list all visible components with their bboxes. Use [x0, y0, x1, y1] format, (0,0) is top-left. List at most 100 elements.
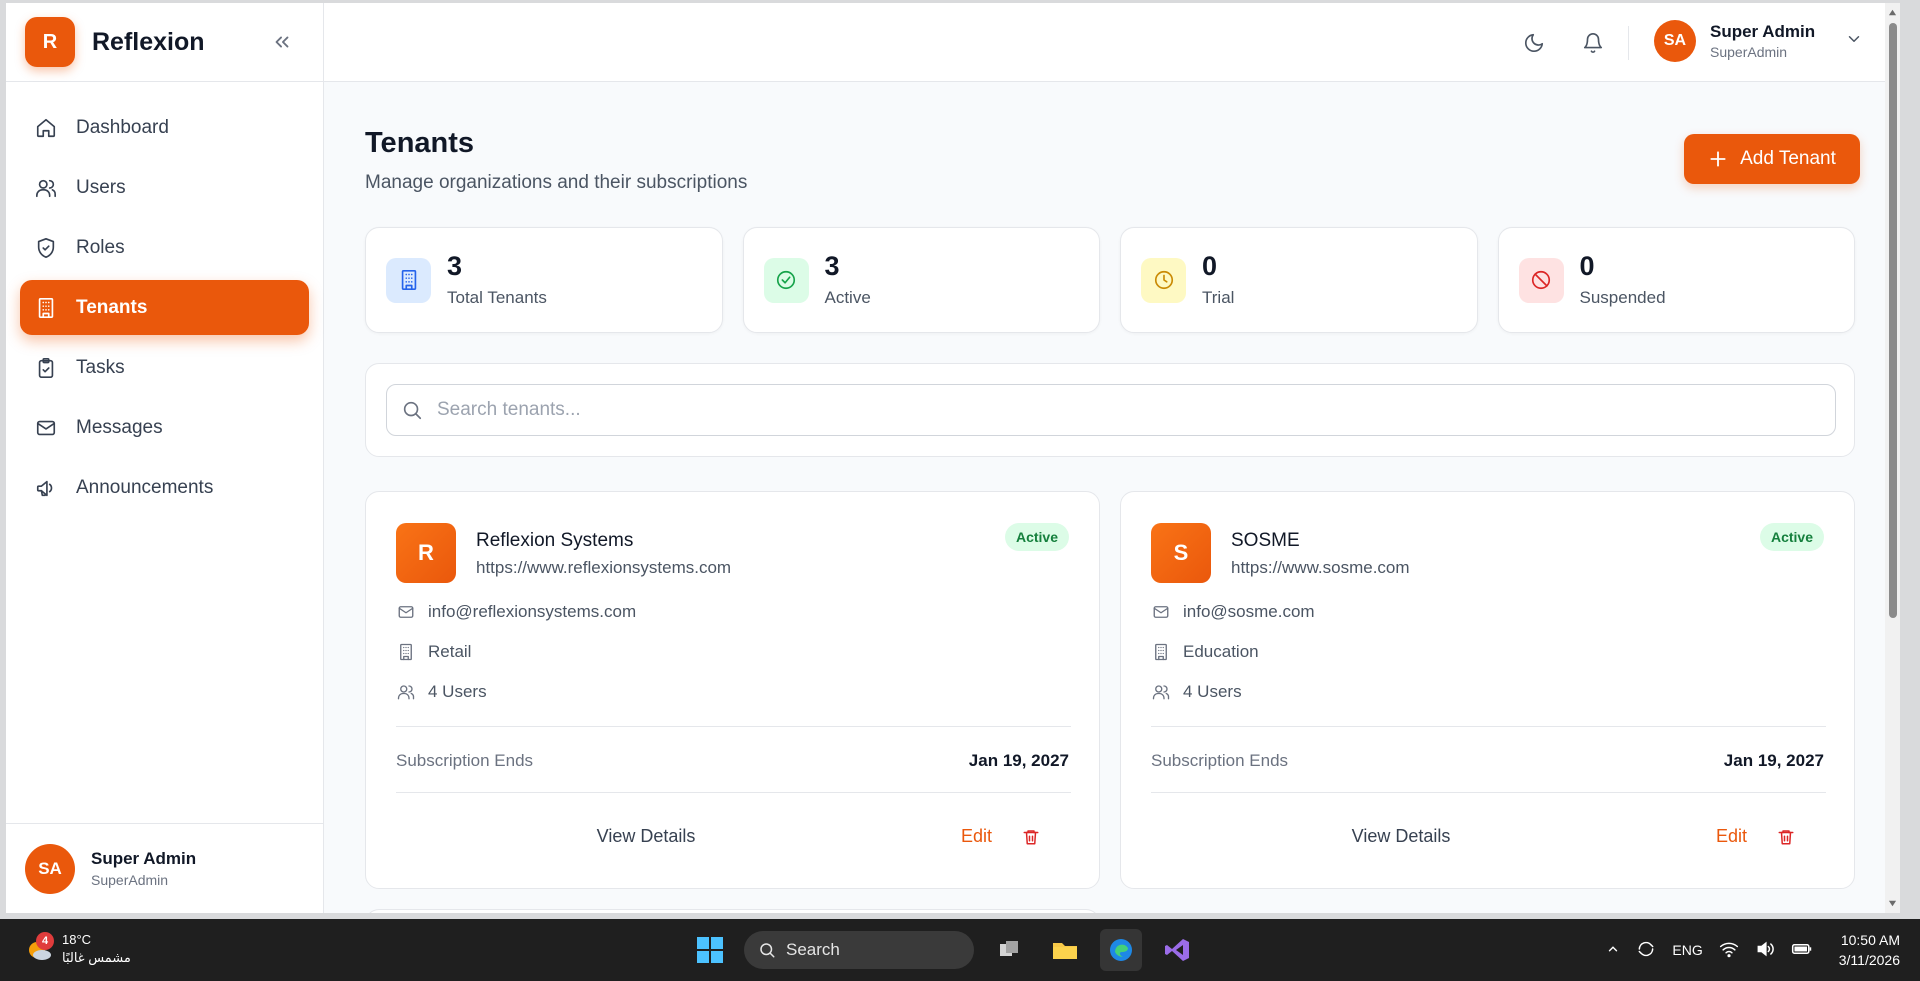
- start-button[interactable]: [690, 930, 730, 970]
- sidebar-item-label: Announcements: [76, 476, 214, 498]
- plus-icon: [1710, 151, 1726, 167]
- show-hidden-icons-button[interactable]: [1606, 942, 1620, 959]
- theme-toggle-button[interactable]: [1520, 29, 1548, 57]
- stats-row: 3 Total Tenants 3 Active 0 Trial 0 Suspe…: [365, 227, 1855, 333]
- user-menu-button[interactable]: SA Super Admin SuperAdmin: [1654, 20, 1863, 62]
- edge-browser-button[interactable]: [1100, 929, 1142, 971]
- wifi-icon[interactable]: [1719, 939, 1739, 962]
- clock-time: 10:50 AM: [1840, 932, 1900, 948]
- users-icon: [34, 176, 58, 200]
- megaphone-icon: [34, 476, 58, 500]
- check-circle-icon: [763, 257, 809, 303]
- file-explorer-button[interactable]: [1044, 929, 1086, 971]
- stat-label: Active: [824, 287, 871, 307]
- add-tenant-label: Add Tenant: [1740, 148, 1836, 169]
- stat-card-trial: 0 Trial: [1120, 227, 1478, 333]
- mail-icon: [34, 416, 58, 440]
- notifications-button[interactable]: [1579, 29, 1607, 57]
- search-input[interactable]: [437, 399, 1817, 421]
- brand-name: Reflexion: [92, 27, 205, 56]
- scroll-down-arrow-icon[interactable]: [1888, 899, 1897, 908]
- taskbar-search[interactable]: Search: [744, 931, 974, 969]
- subscription-end: Jan 19, 2027: [1723, 751, 1824, 770]
- system-tray: ENG 10:50 AM 3/11/2026: [1606, 919, 1900, 981]
- sidebar-item-dashboard[interactable]: Dashboard: [20, 100, 309, 155]
- collapse-sidebar-button[interactable]: [269, 29, 295, 55]
- sync-button[interactable]: [1636, 939, 1656, 962]
- view-details-button[interactable]: View Details: [396, 826, 896, 847]
- taskbar: 4 18°C مشمس غالبًا Search ENG 10:50 AM 3…: [0, 919, 1920, 981]
- avatar: SA: [1654, 20, 1696, 62]
- stat-label: Total Tenants: [447, 287, 547, 307]
- app-window: R Reflexion Dashboard Users Roles Tenant…: [6, 3, 1900, 913]
- topbar-divider: [1628, 26, 1629, 60]
- battery-icon[interactable]: [1791, 939, 1813, 962]
- user-name: Super Admin: [1710, 22, 1816, 41]
- chevron-down-icon: [1845, 30, 1863, 53]
- taskbar-center: Search: [690, 929, 1198, 971]
- tenant-email-row: info@reflexionsystems.com: [396, 602, 636, 622]
- edit-button[interactable]: Edit: [1716, 826, 1747, 847]
- user-role: SuperAdmin: [91, 872, 169, 888]
- view-details-button[interactable]: View Details: [1151, 826, 1651, 847]
- edge-browser-icon: [1110, 939, 1132, 961]
- building-icon: [1151, 642, 1171, 662]
- subscription-end: Jan 19, 2027: [968, 751, 1069, 770]
- add-tenant-button[interactable]: Add Tenant: [1684, 134, 1860, 184]
- sidebar-item-roles[interactable]: Roles: [20, 220, 309, 275]
- sidebar-item-tasks[interactable]: Tasks: [20, 340, 309, 395]
- delete-button[interactable]: [1775, 826, 1797, 848]
- sidebar-item-users[interactable]: Users: [20, 160, 309, 215]
- clock-date: 3/11/2026: [1838, 952, 1900, 968]
- mail-icon: [1151, 602, 1171, 622]
- scroll-up-arrow-icon[interactable]: [1888, 8, 1897, 17]
- divider: [1151, 792, 1826, 793]
- scrollbar[interactable]: [1885, 3, 1900, 913]
- tenant-logo: R: [396, 523, 456, 583]
- tenant-card-partial: [365, 909, 1100, 913]
- sidebar-item-label: Roles: [76, 236, 125, 258]
- tenant-industry-row: Retail: [396, 642, 471, 662]
- sidebar-user[interactable]: SA Super Admin SuperAdmin: [6, 823, 324, 913]
- stat-label: Suspended: [1579, 287, 1666, 307]
- stat-card-suspended: 0 Suspended: [1497, 227, 1855, 333]
- building-icon: [34, 296, 58, 320]
- trash-icon: [1778, 830, 1794, 845]
- delete-button[interactable]: [1020, 826, 1042, 848]
- tenant-name: Reflexion Systems: [476, 530, 634, 551]
- sidebar-item-messages[interactable]: Messages: [20, 400, 309, 455]
- task-view-button[interactable]: [988, 929, 1030, 971]
- visual-studio-button[interactable]: [1156, 929, 1198, 971]
- weather-widget[interactable]: 4 18°C مشمس غالبًا: [24, 931, 131, 967]
- language-indicator[interactable]: ENG: [1672, 942, 1702, 958]
- search-box[interactable]: [386, 384, 1836, 436]
- home-icon: [34, 116, 58, 140]
- edit-button[interactable]: Edit: [961, 826, 992, 847]
- volume-icon[interactable]: [1755, 939, 1775, 962]
- tenant-industry: Education: [1183, 642, 1259, 661]
- divider: [396, 726, 1071, 727]
- main-content: Tenants Manage organizations and their s…: [324, 82, 1900, 913]
- sidebar-item-label: Tasks: [76, 356, 125, 378]
- page-subtitle: Manage organizations and their subscript…: [365, 172, 748, 193]
- shield-icon: [34, 236, 58, 260]
- search-card: [365, 363, 1855, 457]
- sidebar-nav: Dashboard Users Roles Tenants Tasks Mess…: [6, 82, 323, 515]
- windows-logo-icon: [697, 937, 723, 963]
- tenant-card: S SOSME https://www.sosme.com Active inf…: [1120, 491, 1855, 889]
- clock[interactable]: 10:50 AM 3/11/2026: [1839, 930, 1900, 970]
- sidebar-item-label: Dashboard: [76, 116, 169, 138]
- stat-label: Trial: [1202, 287, 1235, 307]
- divider: [396, 792, 1071, 793]
- tenant-email: info@reflexionsystems.com: [428, 602, 637, 621]
- users-icon: [1151, 682, 1171, 702]
- stat-value: 3: [824, 250, 840, 281]
- chevron-up-icon: [1609, 945, 1618, 951]
- stat-card-active: 3 Active: [742, 227, 1100, 333]
- visual-studio-icon: [1165, 939, 1189, 961]
- tenant-industry-row: Education: [1151, 642, 1259, 662]
- scrollbar-thumb[interactable]: [1889, 23, 1897, 618]
- sidebar-item-announcements[interactable]: Announcements: [20, 460, 309, 515]
- search-icon: [760, 943, 775, 958]
- sidebar-item-tenants[interactable]: Tenants: [20, 280, 309, 335]
